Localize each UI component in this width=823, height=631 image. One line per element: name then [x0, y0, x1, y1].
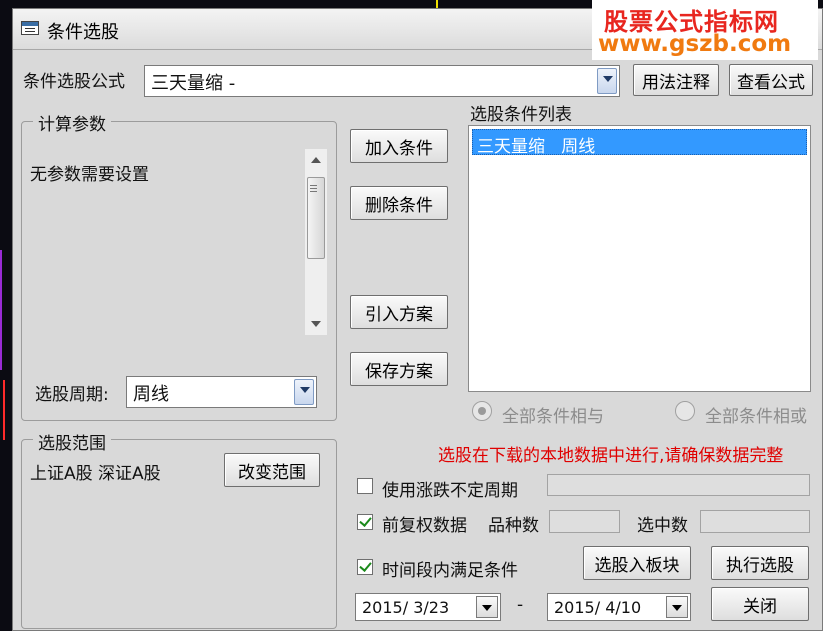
scroll-thumb[interactable]	[307, 177, 325, 259]
grip-icon	[310, 185, 317, 186]
uncertain-period-checkbox[interactable]	[357, 478, 373, 494]
window-icon	[21, 21, 39, 35]
period-select[interactable]: 周线	[126, 376, 317, 408]
conditions-list[interactable]: 三天量缩 周线	[468, 125, 811, 392]
close-button[interactable]: 关闭	[711, 587, 809, 621]
variety-count-field	[549, 510, 620, 533]
time-range-label: 时间段内满足条件	[382, 561, 518, 581]
watermark-line-2: www.gszb.com	[598, 31, 792, 57]
chevron-down-icon[interactable]	[294, 379, 314, 405]
chevron-down-icon[interactable]	[597, 68, 617, 94]
uncertain-period-label: 使用涨跌不定周期	[382, 481, 518, 501]
date-separator: -	[517, 595, 524, 615]
save-scheme-button[interactable]: 保存方案	[350, 352, 448, 386]
delete-condition-button[interactable]: 删除条件	[350, 186, 448, 220]
chevron-down-icon[interactable]	[666, 596, 688, 618]
data-warning-text: 选股在下载的本地数据中进行,请确保数据完整	[438, 446, 784, 466]
params-message: 无参数需要设置	[30, 165, 149, 185]
import-scheme-button[interactable]: 引入方案	[350, 295, 448, 329]
formula-select-value: 三天量缩 -	[151, 73, 236, 94]
usage-notes-button[interactable]: 用法注释	[633, 64, 719, 96]
params-scrollbar[interactable]	[305, 149, 327, 335]
start-date-value: 2015/ 3/23	[362, 598, 450, 617]
uncertain-period-field	[547, 474, 810, 496]
execute-screening-button[interactable]: 执行选股	[711, 546, 809, 580]
time-range-checkbox[interactable]	[357, 559, 373, 575]
variety-count-label: 品种数	[488, 516, 539, 536]
stock-screener-dialog: 条件选股 条件选股公式 三天量缩 - 用法注释 查看公式 计算参数 无参数需要设…	[12, 8, 823, 631]
scroll-up-icon[interactable]	[311, 157, 321, 163]
selected-count-label: 选中数	[637, 516, 688, 536]
params-group-title: 计算参数	[33, 110, 111, 135]
bg-chart-line	[0, 250, 2, 370]
pre-adjust-checkbox[interactable]	[357, 514, 373, 530]
selected-count-field	[700, 510, 810, 533]
bg-chart-line	[3, 380, 5, 440]
end-date-picker[interactable]: 2015/ 4/10	[547, 593, 691, 621]
conditions-title: 选股条件列表	[470, 105, 572, 125]
and-radio[interactable]	[472, 401, 492, 421]
range-value: 上证A股 深证A股	[30, 464, 161, 484]
chevron-down-icon[interactable]	[476, 596, 498, 618]
change-range-button[interactable]: 改变范围	[224, 453, 320, 487]
end-date-value: 2015/ 4/10	[554, 598, 642, 617]
pre-adjust-label: 前复权数据	[382, 516, 467, 536]
scroll-down-icon[interactable]	[311, 321, 321, 327]
range-group-title: 选股范围	[33, 429, 111, 454]
view-formula-button[interactable]: 查看公式	[729, 64, 813, 96]
bg-chart-line	[436, 0, 438, 8]
or-radio[interactable]	[675, 401, 695, 421]
add-condition-button[interactable]: 加入条件	[350, 129, 448, 163]
and-radio-label: 全部条件相与	[502, 407, 604, 427]
list-item[interactable]: 三天量缩 周线	[472, 129, 807, 157]
window-title: 条件选股	[47, 22, 119, 43]
add-to-block-button[interactable]: 选股入板块	[583, 546, 691, 580]
formula-select[interactable]: 三天量缩 -	[144, 65, 620, 97]
period-select-value: 周线	[133, 384, 169, 405]
start-date-picker[interactable]: 2015/ 3/23	[355, 593, 501, 621]
period-label: 选股周期:	[35, 385, 109, 405]
site-watermark: 股票公式指标网 www.gszb.com	[592, 0, 818, 60]
formula-label: 条件选股公式	[23, 72, 125, 92]
or-radio-label: 全部条件相或	[705, 407, 807, 427]
